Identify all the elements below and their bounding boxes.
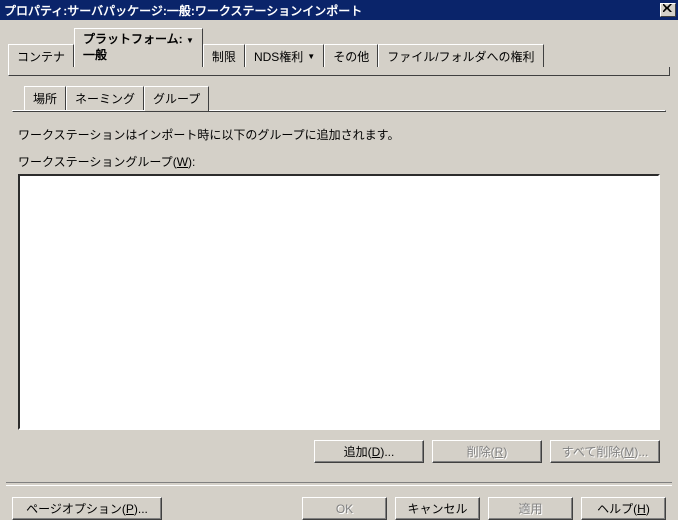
tab-group[interactable]: グループ	[144, 86, 209, 111]
tab-label-line2: 一般	[83, 48, 107, 62]
content: コンテナ プラットフォーム: ▼ 一般 制限 NDS権利 ▼ その他	[0, 28, 678, 520]
group-list-label: ワークステーショングループ(W):	[18, 153, 660, 170]
top-tabs: コンテナ プラットフォーム: ▼ 一般 制限 NDS権利 ▼ その他	[8, 28, 670, 76]
titlebar: プロパティ:サーバパッケージ:一般:ワークステーションインポート	[0, 0, 678, 20]
tab-limit[interactable]: 制限	[203, 44, 245, 67]
tab-naming[interactable]: ネーミング	[66, 86, 144, 110]
window: プロパティ:サーバパッケージ:一般:ワークステーションインポート コンテナ プラ…	[0, 0, 678, 520]
cancel-button[interactable]: キャンセル	[395, 497, 480, 520]
sub-tabs: 場所 ネーミング グループ	[24, 86, 666, 110]
help-button[interactable]: ヘルプ(H)	[581, 497, 666, 520]
window-title: プロパティ:サーバパッケージ:一般:ワークステーションインポート	[4, 2, 362, 19]
main-panel: 場所 ネーミング グループ ワークステーションはインポート時に以下のグループに追…	[12, 86, 666, 469]
tab-label: コンテナ	[17, 48, 65, 65]
tab-label-line1: プラットフォーム:	[83, 32, 183, 46]
tab-file-folder-rights[interactable]: ファイル/フォルダへの権利	[378, 44, 543, 67]
delete-all-button: すべて削除(M)...	[550, 440, 660, 463]
tab-label: ファイル/フォルダへの権利	[387, 48, 534, 65]
divider	[6, 482, 672, 486]
tab-label: 制限	[212, 48, 236, 65]
description-text: ワークステーションはインポート時に以下のグループに追加されます。	[18, 126, 660, 143]
tab-container[interactable]: コンテナ	[8, 44, 74, 67]
group-buttons: 追加(D)... 削除(R) すべて削除(M)...	[18, 440, 660, 463]
tab-label: ネーミング	[75, 92, 135, 106]
tab-label: 場所	[33, 92, 57, 106]
tab-label: NDS権利	[254, 48, 303, 65]
dropdown-arrow-icon: ▼	[186, 36, 194, 45]
dropdown-arrow-icon: ▼	[307, 52, 315, 61]
group-panel: ワークステーションはインポート時に以下のグループに追加されます。 ワークステーシ…	[12, 112, 666, 469]
tab-location[interactable]: 場所	[24, 86, 66, 110]
bottom-bar: ページオプション(P)... OK キャンセル 適用 ヘルプ(H)	[0, 497, 678, 520]
accel-w: W	[177, 155, 188, 169]
tab-other[interactable]: その他	[324, 44, 378, 67]
apply-button: 適用	[488, 497, 573, 520]
ok-button: OK	[302, 497, 387, 520]
page-options-button[interactable]: ページオプション(P)...	[12, 497, 162, 520]
workstation-group-list[interactable]	[18, 174, 660, 430]
delete-button: 削除(R)	[432, 440, 542, 463]
close-button[interactable]	[660, 3, 676, 17]
tab-label: グループ	[153, 92, 200, 106]
tab-label: その他	[333, 48, 369, 65]
add-button[interactable]: 追加(D)...	[314, 440, 424, 463]
tab-nds-rights[interactable]: NDS権利 ▼	[245, 44, 324, 67]
tab-platform-general[interactable]: プラットフォーム: ▼ 一般	[74, 28, 203, 67]
